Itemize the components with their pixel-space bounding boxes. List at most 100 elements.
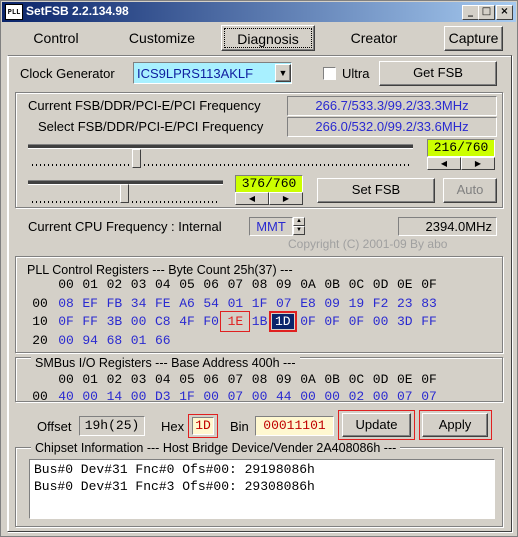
minimize-button[interactable]: _ [462,5,479,20]
register-cell[interactable]: 00 [127,314,151,329]
capture-button[interactable]: Capture [444,26,503,51]
column-header: 03 [130,277,147,292]
current-frequency-label: Current FSB/DDR/PCI-E/PCI Frequency [28,98,261,113]
update-button[interactable]: Update [342,413,411,437]
maximize-button[interactable]: □ [478,5,495,20]
register-cell[interactable]: 3D [393,314,417,329]
offset-value: 19h(25) [79,416,145,436]
register-cell[interactable]: FF [417,314,441,329]
set-fsb-button[interactable]: Set FSB [317,178,435,203]
register-cell[interactable]: 0F [296,314,320,329]
fsb-increase-button[interactable]: ▶ [461,157,495,170]
register-cell[interactable]: 1F [175,389,199,404]
offset-label: Offset [37,419,72,434]
get-fsb-button[interactable]: Get FSB [379,61,497,86]
register-cell[interactable]: F0 [199,314,223,329]
register-cell[interactable]: FB [102,296,126,311]
fsb-slider-readout: 216/760 [427,139,495,157]
secondary-decrease-button[interactable]: ◀ [235,192,269,205]
spin-up-icon[interactable]: ▲ [293,217,305,226]
register-cell[interactable]: 07 [417,389,441,404]
bin-input[interactable]: 00011101 [255,416,334,436]
hex-label: Hex [161,419,185,434]
tab-control[interactable]: Control [9,25,103,51]
register-cell[interactable]: 00 [296,389,320,404]
column-header: 00 [58,372,74,387]
register-cell[interactable]: 94 [78,333,102,348]
column-header: 0D [372,372,389,387]
tab-creator[interactable]: Creator [327,25,421,51]
selected-register-cell[interactable]: 1D [268,311,297,332]
clock-generator-select[interactable]: ICS9LPRS113AKLF ▼ [133,62,292,84]
ultra-checkbox[interactable] [323,67,336,80]
register-cell[interactable]: 4F [175,314,199,329]
auto-button[interactable]: Auto [443,178,497,203]
chipset-info-box[interactable]: Bus#0 Dev#31 Fnc#0 Ofs#00: 29198086h Bus… [29,459,495,519]
register-cell[interactable]: C8 [151,314,175,329]
register-cell[interactable]: 01 [127,333,151,348]
register-cell[interactable]: 54 [199,296,223,311]
register-cell[interactable]: 00 [369,389,393,404]
apply-button[interactable]: Apply [422,413,488,437]
column-header: 04 [154,277,171,292]
marked-register-cell[interactable]: 1E [220,311,251,332]
cpu-mode-spinner[interactable]: ▲ ▼ [293,217,305,235]
register-cell[interactable]: 34 [127,296,151,311]
secondary-increase-button[interactable]: ▶ [269,192,303,205]
register-cell[interactable]: 83 [417,296,441,311]
register-cell[interactable]: 07 [272,296,296,311]
register-cell[interactable]: 00 [127,389,151,404]
register-cell[interactable]: 00 [369,314,393,329]
cpu-frequency-value: 2394.0MHz [398,217,497,236]
register-cell[interactable]: 01 [223,296,247,311]
register-cell[interactable]: 00 [54,333,78,348]
register-cell[interactable]: EF [78,296,102,311]
register-cell[interactable]: 09 [320,296,344,311]
register-cell[interactable]: FE [151,296,175,311]
register-cell[interactable]: 66 [151,333,175,348]
secondary-slider-thumb[interactable] [119,184,129,203]
register-cell[interactable]: 68 [102,333,126,348]
register-cell[interactable]: 1B [248,314,272,329]
register-cell[interactable]: 07 [223,389,247,404]
register-cell[interactable]: 00 [248,389,272,404]
register-cell[interactable]: 23 [393,296,417,311]
register-cell[interactable]: 3B [102,314,126,329]
register-cell[interactable]: 07 [393,389,417,404]
fsb-decrease-button[interactable]: ◀ [427,157,461,170]
register-cell[interactable]: 00 [78,389,102,404]
register-cell[interactable]: 02 [344,389,368,404]
register-cell[interactable]: 40 [54,389,78,404]
register-cell[interactable]: 08 [54,296,78,311]
register-cell[interactable]: FF [78,314,102,329]
register-cell[interactable]: 0F [54,314,78,329]
register-cell[interactable]: 0F [344,314,368,329]
register-cell[interactable]: 00 [320,389,344,404]
register-cell[interactable]: 44 [272,389,296,404]
row-address: 20 [32,332,48,348]
tab-diagnosis[interactable]: Diagnosis [221,25,315,51]
register-cell[interactable]: E8 [296,296,320,311]
register-cell[interactable]: D3 [151,389,175,404]
close-button[interactable]: × [496,5,513,20]
register-cell[interactable]: A6 [175,296,199,311]
column-header: 02 [106,277,123,292]
register-cell[interactable]: 19 [344,296,368,311]
clock-generator-label: Clock Generator [20,66,115,81]
fsb-slider-ticks [32,164,410,166]
hex-input[interactable]: 1D [192,417,214,435]
register-cell[interactable]: 00 [199,389,223,404]
column-header: 0E [396,277,413,292]
column-header: 0A [300,372,316,387]
tab-customize[interactable]: Customize [115,25,209,51]
spin-down-icon[interactable]: ▼ [293,226,305,235]
chevron-down-icon[interactable]: ▼ [275,64,291,82]
register-cell[interactable]: 1F [248,296,272,311]
fsb-slider-thumb[interactable] [131,149,141,168]
column-header: 0A [300,277,316,292]
register-cell[interactable]: F2 [369,296,393,311]
register-cell[interactable]: 0F [320,314,344,329]
title-bar[interactable]: PLL SetFSB 2.2.134.98 _ □ × [2,2,516,22]
register-cell[interactable]: 14 [102,389,126,404]
arrow-right-icon: ▶ [474,159,482,168]
